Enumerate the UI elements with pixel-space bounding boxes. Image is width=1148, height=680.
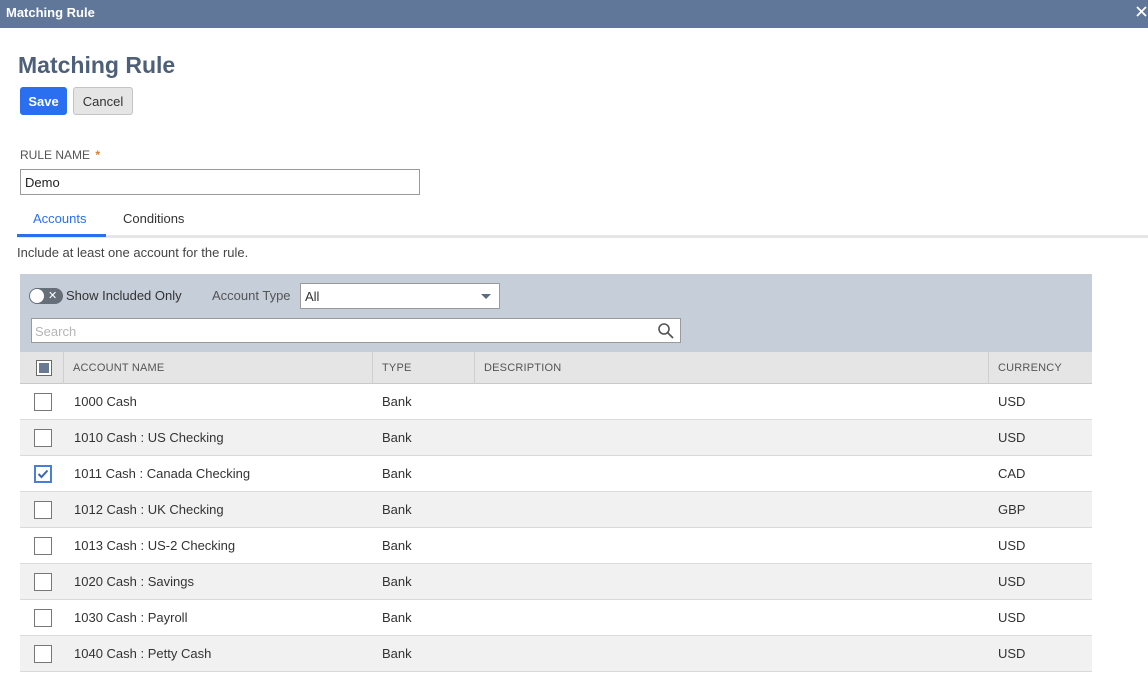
- table-row[interactable]: 1030 Cash : Payroll Bank USD: [20, 600, 1092, 636]
- show-included-label: Show Included Only: [66, 288, 182, 303]
- account-name-cell: 1030 Cash : Payroll: [74, 610, 188, 625]
- close-icon[interactable]: [1134, 3, 1148, 21]
- currency-cell: GBP: [998, 502, 1026, 517]
- type-cell: Bank: [382, 394, 412, 409]
- type-cell: Bank: [382, 502, 412, 517]
- partial-check-icon: [39, 363, 49, 373]
- account-name-cell: 1010 Cash : US Checking: [74, 430, 224, 445]
- currency-cell: USD: [998, 430, 1026, 445]
- required-marker: *: [95, 148, 101, 162]
- show-included-toggle[interactable]: ✕: [29, 288, 63, 304]
- tab-accounts[interactable]: Accounts: [33, 211, 86, 226]
- account-name-cell: 1000 Cash: [74, 394, 137, 409]
- toggle-off-icon: ✕: [48, 290, 58, 302]
- account-name-cell: 1013 Cash : US-2 Checking: [74, 538, 236, 553]
- window-title: Matching Rule: [6, 5, 95, 20]
- currency-cell: USD: [998, 610, 1026, 625]
- row-checkbox[interactable]: [34, 429, 52, 447]
- column-header-type[interactable]: TYPE: [373, 352, 475, 384]
- account-type-select[interactable]: All: [300, 283, 500, 309]
- table-row[interactable]: 1011 Cash : Canada Checking Bank CAD: [20, 456, 1092, 492]
- type-cell: Bank: [382, 538, 412, 553]
- row-checkbox[interactable]: [34, 573, 52, 591]
- search-placeholder: Search: [35, 324, 77, 339]
- currency-cell: USD: [998, 538, 1026, 553]
- column-header-description[interactable]: DESCRIPTION: [475, 352, 989, 384]
- search-input[interactable]: Search: [31, 318, 681, 343]
- rule-name-input[interactable]: [20, 169, 420, 195]
- window-titlebar: Matching Rule: [0, 0, 1148, 28]
- currency-cell: USD: [998, 646, 1026, 661]
- table-row[interactable]: 1040 Cash : Petty Cash Bank USD: [20, 636, 1092, 672]
- row-checkbox[interactable]: [34, 465, 52, 483]
- column-header-currency[interactable]: CURRENCY: [989, 352, 1092, 384]
- table-header: ACCOUNT NAME TYPE DESCRIPTION CURRENCY: [20, 352, 1092, 384]
- active-tab-indicator: [17, 234, 106, 237]
- table-row[interactable]: 1013 Cash : US-2 Checking Bank USD: [20, 528, 1092, 564]
- row-checkbox[interactable]: [34, 537, 52, 555]
- accounts-hint: Include at least one account for the rul…: [17, 245, 249, 260]
- account-name-cell: 1020 Cash : Savings: [74, 574, 194, 589]
- currency-cell: USD: [998, 574, 1026, 589]
- save-button[interactable]: Save: [20, 87, 67, 115]
- page-title: Matching Rule: [18, 52, 176, 78]
- check-icon: [37, 469, 49, 479]
- account-type-value: All: [305, 289, 320, 304]
- type-cell: Bank: [382, 574, 412, 589]
- table-row[interactable]: 1010 Cash : US Checking Bank USD: [20, 420, 1092, 456]
- type-cell: Bank: [382, 610, 412, 625]
- rule-name-label: RULE NAME *: [20, 148, 100, 162]
- accounts-table: ACCOUNT NAME TYPE DESCRIPTION CURRENCY 1…: [20, 352, 1092, 672]
- table-row[interactable]: 1020 Cash : Savings Bank USD: [20, 564, 1092, 600]
- select-all-checkbox[interactable]: [36, 360, 52, 376]
- filter-bar: ✕ Show Included Only Account Type All Se…: [20, 274, 1092, 352]
- tab-conditions[interactable]: Conditions: [123, 211, 184, 226]
- type-cell: Bank: [382, 430, 412, 445]
- rule-name-label-text: RULE NAME: [20, 148, 91, 162]
- table-body: 1000 Cash Bank USD 1010 Cash : US Checking B…: [20, 384, 1092, 672]
- account-name-cell: 1011 Cash : Canada Checking: [74, 466, 251, 481]
- tab-bar: Accounts Conditions: [17, 205, 1148, 238]
- column-header-account-name[interactable]: ACCOUNT NAME: [64, 352, 373, 384]
- currency-cell: USD: [998, 394, 1026, 409]
- tab-bar-divider: [17, 235, 1148, 238]
- account-name-cell: 1040 Cash : Petty Cash: [74, 646, 212, 661]
- select-all-cell: [20, 352, 64, 384]
- currency-cell: CAD: [998, 466, 1026, 481]
- row-checkbox[interactable]: [34, 645, 52, 663]
- type-cell: Bank: [382, 646, 412, 661]
- search-icon[interactable]: [657, 322, 675, 340]
- row-checkbox[interactable]: [34, 609, 52, 627]
- table-row[interactable]: 1012 Cash : UK Checking Bank GBP: [20, 492, 1092, 528]
- toggle-knob: [30, 289, 44, 303]
- row-checkbox[interactable]: [34, 501, 52, 519]
- table-row[interactable]: 1000 Cash Bank USD: [20, 384, 1092, 420]
- row-checkbox[interactable]: [34, 393, 52, 411]
- chevron-down-icon: [481, 294, 491, 299]
- account-name-cell: 1012 Cash : UK Checking: [74, 502, 224, 517]
- account-type-label: Account Type: [212, 288, 291, 303]
- cancel-button[interactable]: Cancel: [73, 87, 133, 115]
- type-cell: Bank: [382, 466, 412, 481]
